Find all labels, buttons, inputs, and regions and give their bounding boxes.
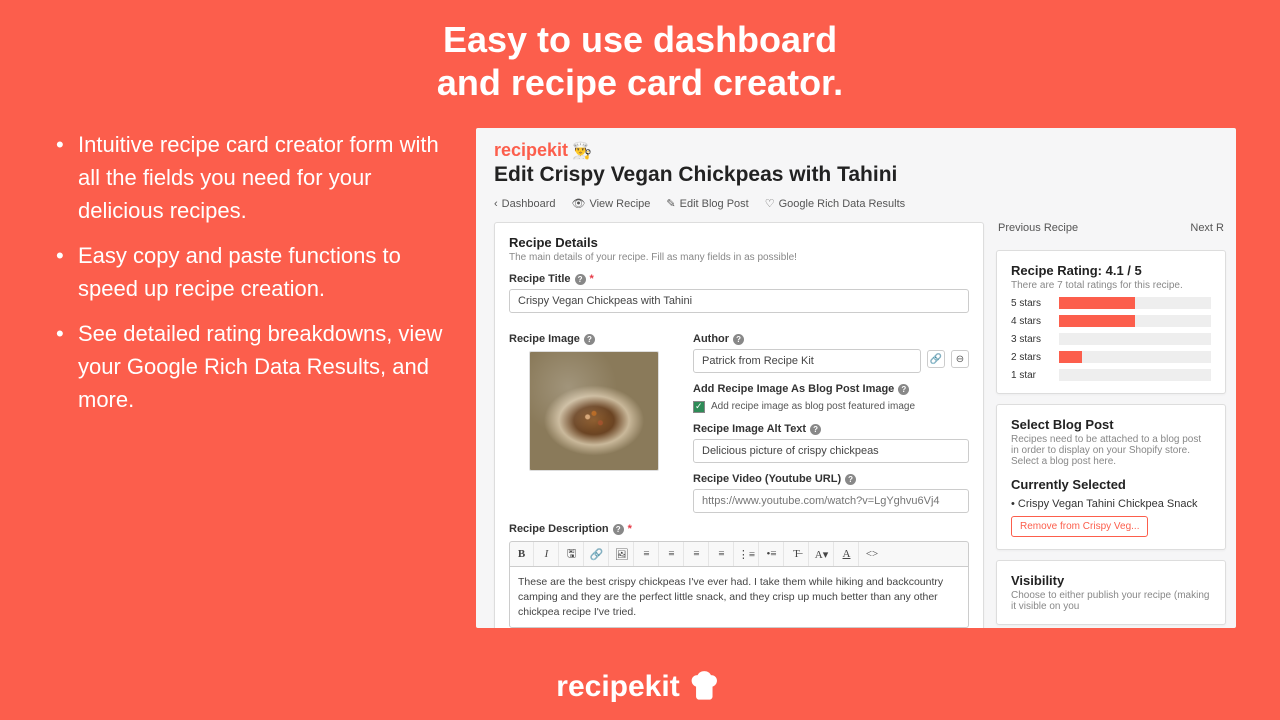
featured-image-checkbox[interactable] (693, 401, 705, 413)
rating-card: Recipe Rating: 4.1 / 5 There are 7 total… (996, 250, 1226, 394)
rating-sub: There are 7 total ratings for this recip… (1011, 280, 1211, 291)
description-editor[interactable]: These are the best crispy chickpeas I've… (509, 567, 969, 628)
bold-button[interactable]: B (510, 542, 534, 566)
hero-title: Easy to use dashboard and recipe card cr… (0, 0, 1280, 104)
help-icon[interactable]: ? (733, 334, 744, 345)
back-link[interactable]: ‹ Dashboard (494, 197, 556, 210)
field-label: Author ? (693, 333, 969, 345)
field-label: Recipe Video (Youtube URL) ? (693, 473, 969, 485)
app-screenshot: recipekit👨‍🍳 Edit Crispy Vegan Chickpeas… (476, 128, 1236, 628)
next-recipe-link[interactable]: Next R (1190, 222, 1224, 234)
rating-label: 1 star (1011, 370, 1051, 381)
field-label: Recipe Image ? (509, 333, 679, 345)
code-button[interactable]: <> (860, 542, 884, 566)
help-icon[interactable]: ? (845, 474, 856, 485)
visibility-card: Visibility Choose to either publish your… (996, 560, 1226, 625)
chef-hat-icon: 👨‍🍳 (572, 141, 592, 161)
field-label: Recipe Image Alt Text ? (693, 423, 969, 435)
section-help: Choose to either publish your recipe (ma… (1011, 590, 1211, 612)
link-icon[interactable]: 🔗 (927, 350, 945, 368)
align-justify-button[interactable]: ≡ (710, 542, 734, 566)
remove-blog-button[interactable]: Remove from Crispy Veg... (1011, 516, 1148, 537)
recipe-image-preview[interactable] (529, 351, 659, 471)
ordered-list-button[interactable]: ⋮≡ (735, 542, 759, 566)
align-center-button[interactable]: ≡ (660, 542, 684, 566)
align-right-button[interactable]: ≡ (685, 542, 709, 566)
recipe-details-card: Recipe Details The main details of your … (494, 222, 984, 628)
rating-label: 3 stars (1011, 334, 1051, 345)
help-icon[interactable]: ? (575, 274, 586, 285)
link-button[interactable]: 🔗 (585, 542, 609, 566)
field-label: Add Recipe Image As Blog Post Image ? (693, 383, 969, 395)
help-icon[interactable]: ? (898, 384, 909, 395)
edit-blog-link[interactable]: ✎ Edit Blog Post (666, 197, 748, 210)
recipe-title-input[interactable] (509, 289, 969, 313)
section-help: Recipes need to be attached to a blog po… (1011, 434, 1211, 467)
field-label: Recipe Title ? * (509, 273, 969, 285)
current-heading: Currently Selected (1011, 477, 1211, 492)
footer-logo: recipekit (556, 668, 723, 706)
help-icon[interactable]: ? (613, 524, 624, 535)
blog-post-card: Select Blog Post Recipes need to be atta… (996, 404, 1226, 550)
bullet-item: See detailed rating breakdowns, view you… (56, 317, 446, 416)
checkbox-label: Add recipe image as blog post featured i… (711, 401, 915, 412)
page-title: Edit Crispy Vegan Chickpeas with Tahini (494, 163, 1218, 187)
prev-recipe-link[interactable]: Previous Recipe (998, 222, 1078, 234)
field-label: Recipe Description ? * (509, 523, 969, 535)
rating-label: 4 stars (1011, 316, 1051, 327)
section-heading: Recipe Details (509, 235, 969, 250)
help-icon[interactable]: ? (584, 334, 595, 345)
bullet-item: Easy copy and paste functions to speed u… (56, 239, 446, 305)
section-help: The main details of your recipe. Fill as… (509, 252, 969, 263)
app-logo: recipekit👨‍🍳 (494, 140, 1218, 161)
chef-hat-icon (686, 668, 724, 706)
rich-text-toolbar: B I 🖫 🔗 🖼 ≡ ≡ ≡ ≡ ⋮≡ •≡ T̶ A▾ A <> (509, 541, 969, 567)
breadcrumb: ‹ Dashboard 👁 View Recipe ✎ Edit Blog Po… (494, 197, 1218, 210)
rating-label: 5 stars (1011, 298, 1051, 309)
section-heading: Visibility (1011, 573, 1211, 588)
align-left-button[interactable]: ≡ (635, 542, 659, 566)
font-button[interactable]: A▾ (810, 542, 834, 566)
image-button[interactable]: 🖼 (610, 542, 634, 566)
view-recipe-link[interactable]: 👁 View Recipe (572, 197, 651, 210)
feature-bullets: Intuitive recipe card creator form with … (56, 128, 476, 628)
bullet-item: Intuitive recipe card creator form with … (56, 128, 446, 227)
clear-format-button[interactable]: T̶ (785, 542, 809, 566)
rating-label: 2 stars (1011, 352, 1051, 363)
clear-icon[interactable]: ⊖ (951, 350, 969, 368)
section-heading: Select Blog Post (1011, 417, 1211, 432)
color-button[interactable]: A (835, 542, 859, 566)
author-input[interactable] (693, 349, 921, 373)
google-results-link[interactable]: ♡ Google Rich Data Results (765, 197, 905, 210)
rating-heading: Recipe Rating: 4.1 / 5 (1011, 263, 1211, 278)
alt-text-input[interactable] (693, 439, 969, 463)
selected-blog-item: • Crispy Vegan Tahini Chickpea Snack (1011, 498, 1211, 510)
italic-button[interactable]: I (535, 542, 559, 566)
help-icon[interactable]: ? (810, 424, 821, 435)
unordered-list-button[interactable]: •≡ (760, 542, 784, 566)
video-url-input[interactable] (693, 489, 969, 513)
save-button[interactable]: 🖫 (560, 542, 584, 566)
